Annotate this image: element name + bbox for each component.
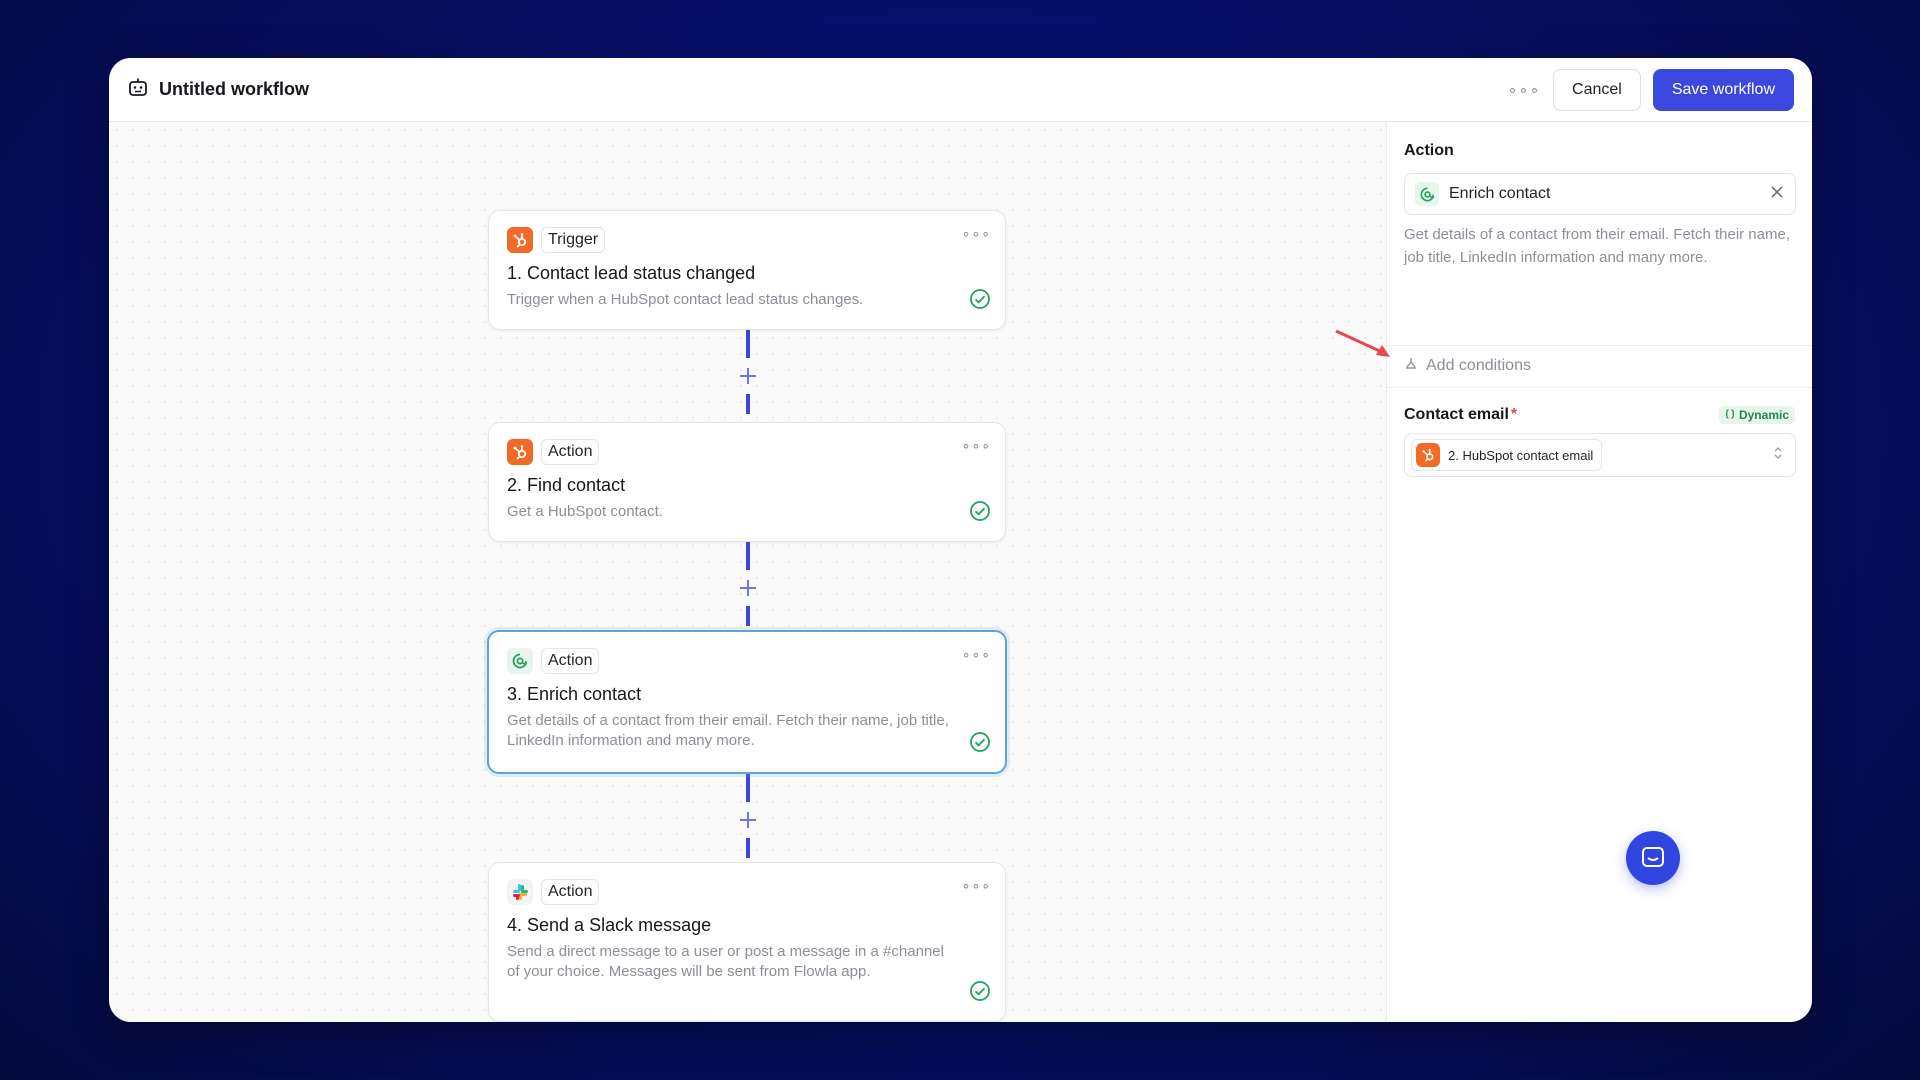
step-menu-button[interactable]: ∘∘∘ — [962, 877, 991, 894]
header: Untitled workflow ∘∘∘ Cancel Save workfl… — [109, 58, 1812, 122]
chevron-updown-icon[interactable] — [1773, 445, 1783, 466]
workflow-step-card-selected[interactable]: Action ∘∘∘ 3. Enrich contact Get details… — [487, 630, 1007, 774]
step-menu-button[interactable]: ∘∘∘ — [962, 225, 991, 242]
ellipsis-icon: ∘∘∘ — [1507, 81, 1541, 99]
step-header: Action — [507, 879, 987, 905]
check-circle-icon — [969, 500, 991, 527]
connector-line — [746, 606, 750, 626]
add-step-button[interactable] — [737, 809, 759, 831]
enrich-icon — [1415, 182, 1439, 206]
connector-line — [746, 542, 750, 570]
dynamic-badge[interactable]: Dynamic — [1718, 406, 1795, 424]
divider — [1387, 345, 1812, 346]
plus-icon — [740, 580, 756, 596]
step-header: Action — [507, 439, 987, 465]
step-description: Get a HubSpot contact. — [507, 503, 663, 520]
step-header: Action — [507, 648, 987, 674]
field-label-text: Contact email — [1404, 406, 1509, 423]
dynamic-badge-label: Dynamic — [1738, 408, 1789, 422]
divider — [1387, 387, 1812, 388]
step-title: 4. Send a Slack message — [507, 915, 712, 935]
action-help-text: Get details of a contact from their emai… — [1404, 226, 1791, 266]
hubspot-icon — [1416, 443, 1440, 467]
page-title: Untitled workflow — [159, 79, 309, 99]
workflow-window: Untitled workflow ∘∘∘ Cancel Save workfl… — [109, 58, 1812, 1022]
step-description: Get details of a contact from their emai… — [507, 712, 949, 749]
step-title: 3. Enrich contact — [507, 684, 642, 704]
step-menu-button[interactable]: ∘∘∘ — [962, 646, 991, 663]
chat-launcher-button[interactable] — [1626, 831, 1680, 885]
workflow-step-card[interactable]: Action ∘∘∘ 4. Send a Slack message Send … — [488, 862, 1006, 1022]
selected-action-label: Enrich contact — [1449, 185, 1551, 202]
braces-icon — [1725, 408, 1735, 422]
check-circle-icon — [969, 980, 991, 1007]
contact-email-field[interactable]: 2. HubSpot contact email — [1404, 433, 1796, 477]
step-type-tag: Trigger — [541, 227, 606, 253]
plus-icon — [740, 812, 756, 828]
add-conditions-button[interactable]: Add conditions — [1404, 356, 1531, 375]
chat-icon — [1642, 847, 1664, 867]
hubspot-icon — [507, 439, 533, 465]
add-step-button[interactable] — [737, 577, 759, 599]
step-header: Trigger — [507, 227, 987, 253]
step-type-tag: Action — [541, 439, 600, 465]
cancel-button[interactable]: Cancel — [1553, 68, 1641, 111]
annotation-arrow — [1334, 329, 1394, 364]
slack-icon — [507, 879, 533, 905]
step-menu-button[interactable]: ∘∘∘ — [962, 437, 991, 454]
add-step-button[interactable] — [737, 365, 759, 387]
variable-chip[interactable]: 2. HubSpot contact email — [1411, 439, 1603, 471]
workflow-step-card[interactable]: Action ∘∘∘ 2. Find contact Get a HubSpot… — [488, 422, 1006, 542]
variable-chip-label: 2. HubSpot contact email — [1448, 447, 1594, 463]
check-circle-icon — [969, 731, 991, 758]
connector-line — [746, 838, 750, 858]
step-description: Trigger when a HubSpot contact lead stat… — [507, 291, 864, 308]
header-actions: ∘∘∘ Cancel Save workflow — [1507, 68, 1794, 111]
step-title: 2. Find contact — [507, 475, 626, 495]
check-circle-icon — [969, 288, 991, 315]
action-selector[interactable]: Enrich contact — [1404, 173, 1796, 215]
step-type-tag: Action — [541, 879, 600, 905]
required-marker: * — [1510, 406, 1518, 423]
step-config-panel: Action Enrich contact Get details of a c… — [1386, 122, 1812, 1022]
connector-line — [746, 774, 750, 802]
workflow-step-card[interactable]: Trigger ∘∘∘ 1. Contact lead status chang… — [488, 210, 1006, 330]
connector-line — [746, 394, 750, 414]
workflow-canvas[interactable]: Trigger ∘∘∘ 1. Contact lead status chang… — [109, 122, 1386, 1022]
step-description: Send a direct message to a user or post … — [507, 943, 944, 980]
enrich-icon — [507, 648, 533, 674]
panel-section-label: Action — [1404, 142, 1454, 159]
step-title: 1. Contact lead status changed — [507, 263, 756, 283]
robot-icon — [127, 76, 149, 103]
title-group: Untitled workflow — [127, 76, 309, 103]
more-options-button[interactable]: ∘∘∘ — [1507, 73, 1541, 107]
plus-icon — [740, 368, 756, 384]
contact-email-label: Contact email * — [1404, 406, 1517, 424]
add-conditions-label: Add conditions — [1426, 356, 1531, 374]
step-type-tag: Action — [541, 648, 600, 674]
hubspot-icon — [507, 227, 533, 253]
close-icon[interactable] — [1769, 184, 1785, 205]
connector-line — [746, 330, 750, 358]
branch-icon — [1404, 356, 1418, 375]
save-workflow-button[interactable]: Save workflow — [1652, 68, 1794, 111]
